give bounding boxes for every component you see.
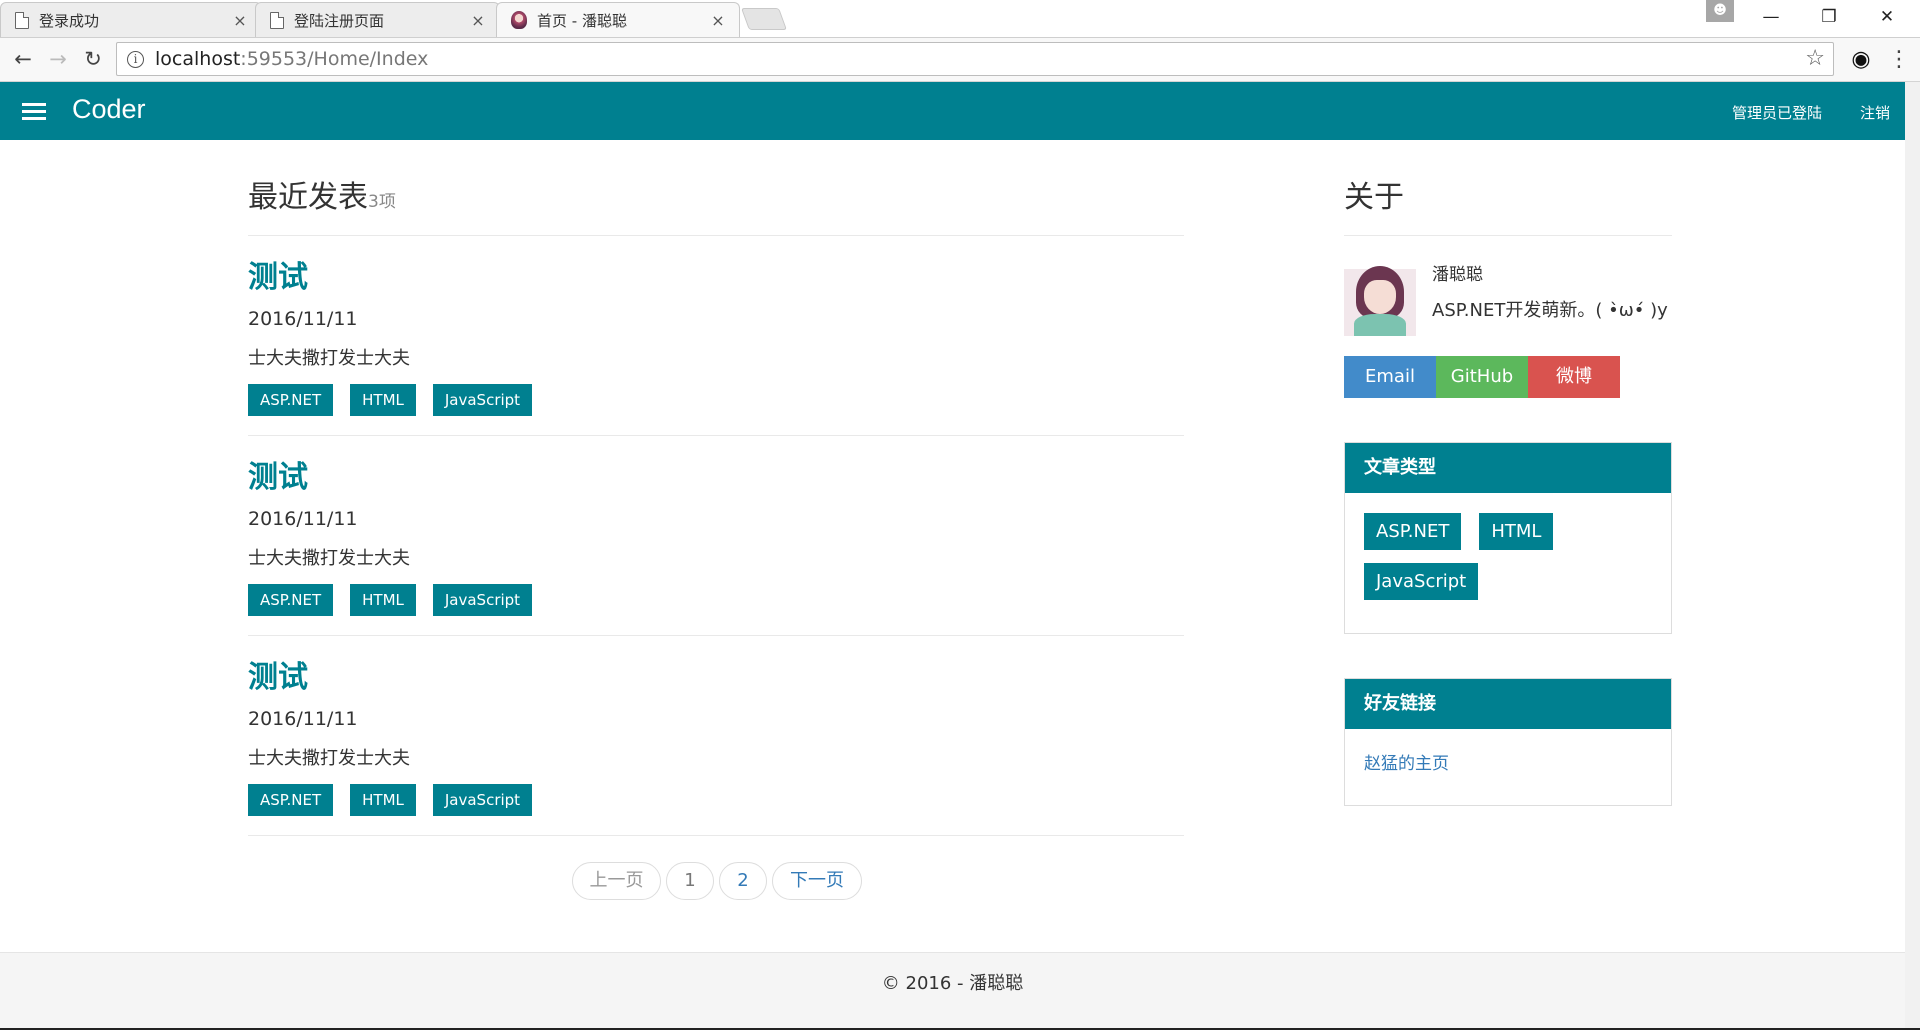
- sidebar: 关于 潘聪聪 ASP.NET开发萌新。( •̀ω•́ )y Email GitH…: [1344, 172, 1672, 806]
- new-tab-button[interactable]: [740, 8, 788, 30]
- friend-links-title: 好友链接: [1345, 679, 1671, 729]
- prev-page-button[interactable]: 上一页: [572, 862, 661, 900]
- recent-posts-section: 最近发表3项 测试 2016/11/11 士大夫撒打发士大夫 ASP.NET H…: [248, 172, 1184, 836]
- profile-bio: ASP.NET开发萌新。( •̀ω•́ )y: [1432, 300, 1668, 321]
- tab-home[interactable]: 首页 - 潘聪聪 ×: [496, 2, 740, 37]
- favicon-icon: [511, 11, 527, 29]
- category-html[interactable]: HTML: [1479, 513, 1554, 550]
- post-date: 2016/11/11: [248, 708, 358, 730]
- info-icon[interactable]: i: [127, 51, 144, 68]
- social-buttons: Email GitHub 微博: [1344, 356, 1672, 398]
- page-2-button[interactable]: 2: [719, 862, 767, 900]
- reload-icon[interactable]: ↻: [78, 43, 108, 75]
- post-date: 2016/11/11: [248, 308, 358, 330]
- close-icon[interactable]: ×: [707, 11, 729, 30]
- friend-link[interactable]: 赵猛的主页: [1364, 754, 1449, 774]
- url-host: localhost: [155, 48, 241, 70]
- tab-title: 登陆注册页面: [294, 11, 385, 30]
- admin-status-link[interactable]: 管理员已登陆: [1732, 102, 1822, 123]
- post-item: 测试 2016/11/11 士大夫撒打发士大夫 ASP.NET HTML Jav…: [248, 636, 1184, 836]
- divider: [1344, 235, 1672, 236]
- friend-links-panel: 好友链接 赵猛的主页: [1344, 678, 1672, 806]
- site-navbar: Coder 管理员已登陆 注销: [0, 82, 1905, 140]
- site-brand[interactable]: Coder: [72, 94, 146, 125]
- site-footer: © 2016 - 潘聪聪: [0, 952, 1905, 1028]
- profile-name: 潘聪聪: [1432, 265, 1483, 285]
- tag-html[interactable]: HTML: [350, 784, 416, 816]
- profile-card: 潘聪聪 ASP.NET开发萌新。( •̀ω•́ )y: [1344, 260, 1672, 360]
- arrow-right-icon[interactable]: →: [43, 43, 73, 75]
- post-title-link[interactable]: 测试: [248, 260, 1184, 296]
- tab-login-success[interactable]: 登录成功 ×: [0, 2, 262, 37]
- tab-login-register[interactable]: 登陆注册页面 ×: [255, 2, 500, 37]
- categories-title: 文章类型: [1345, 443, 1671, 493]
- browser-tabstrip: 登录成功 × 登陆注册页面 × 首页 - 潘聪聪 × ☻ — ❐ ✕: [0, 0, 1920, 37]
- url-path: :59553/Home/Index: [240, 48, 429, 70]
- post-date: 2016/11/11: [248, 508, 358, 530]
- restore-button[interactable]: ❐: [1800, 0, 1858, 34]
- page-scrollbar[interactable]: [1905, 82, 1920, 1030]
- close-icon[interactable]: ×: [229, 11, 251, 30]
- post-title-link[interactable]: 测试: [248, 660, 1184, 696]
- copyright-text: © 2016 - 潘聪聪: [881, 973, 1024, 994]
- recent-posts-title: 最近发表3项: [248, 180, 396, 215]
- about-title: 关于: [1344, 180, 1404, 215]
- star-icon[interactable]: ☆: [1805, 43, 1825, 75]
- tag-aspnet[interactable]: ASP.NET: [248, 784, 334, 816]
- arrow-left-icon[interactable]: ←: [8, 43, 38, 75]
- post-excerpt: 士大夫撒打发士大夫: [248, 748, 410, 769]
- profile-icon[interactable]: ☻: [1706, 0, 1734, 22]
- eye-icon[interactable]: ◉: [1846, 45, 1876, 75]
- page-icon: [270, 11, 284, 29]
- avatar: [1344, 260, 1416, 336]
- tag-html[interactable]: HTML: [350, 384, 416, 416]
- tag-javascript[interactable]: JavaScript: [432, 784, 533, 816]
- browser-toolbar: ← → ↻ i localhost:59553/Home/Index ☆ ◉ ⋮: [0, 37, 1920, 82]
- post-count: 3项: [368, 192, 396, 212]
- more-menu-icon[interactable]: ⋮: [1888, 45, 1910, 75]
- minimize-button[interactable]: —: [1742, 0, 1800, 34]
- page-icon: [15, 11, 29, 29]
- tab-title: 首页 - 潘聪聪: [537, 11, 627, 30]
- hamburger-menu-icon[interactable]: [22, 103, 46, 121]
- post-excerpt: 士大夫撒打发士大夫: [248, 548, 410, 569]
- post-item: 测试 2016/11/11 士大夫撒打发士大夫 ASP.NET HTML Jav…: [248, 436, 1184, 636]
- categories-panel: 文章类型 ASP.NET HTML JavaScript: [1344, 442, 1672, 634]
- category-javascript[interactable]: JavaScript: [1364, 563, 1479, 600]
- next-page-button[interactable]: 下一页: [772, 862, 862, 900]
- logout-link[interactable]: 注销: [1860, 102, 1890, 123]
- github-button[interactable]: GitHub: [1436, 356, 1528, 398]
- tag-javascript[interactable]: JavaScript: [432, 384, 533, 416]
- tag-aspnet[interactable]: ASP.NET: [248, 584, 334, 616]
- post-item: 测试 2016/11/11 士大夫撒打发士大夫 ASP.NET HTML Jav…: [248, 236, 1184, 436]
- tag-javascript[interactable]: JavaScript: [432, 584, 533, 616]
- tag-aspnet[interactable]: ASP.NET: [248, 384, 334, 416]
- weibo-button[interactable]: 微博: [1528, 356, 1620, 398]
- tab-title: 登录成功: [39, 11, 100, 30]
- pagination: 上一页 1 2 下一页: [572, 862, 862, 900]
- post-excerpt: 士大夫撒打发士大夫: [248, 348, 410, 369]
- address-bar[interactable]: i localhost:59553/Home/Index ☆: [116, 42, 1834, 76]
- tag-html[interactable]: HTML: [350, 584, 416, 616]
- category-aspnet[interactable]: ASP.NET: [1364, 513, 1462, 550]
- email-button[interactable]: Email: [1344, 356, 1436, 398]
- post-title-link[interactable]: 测试: [248, 460, 1184, 496]
- window-close-button[interactable]: ✕: [1858, 0, 1916, 34]
- close-icon[interactable]: ×: [467, 11, 489, 30]
- page-1-button[interactable]: 1: [666, 862, 714, 900]
